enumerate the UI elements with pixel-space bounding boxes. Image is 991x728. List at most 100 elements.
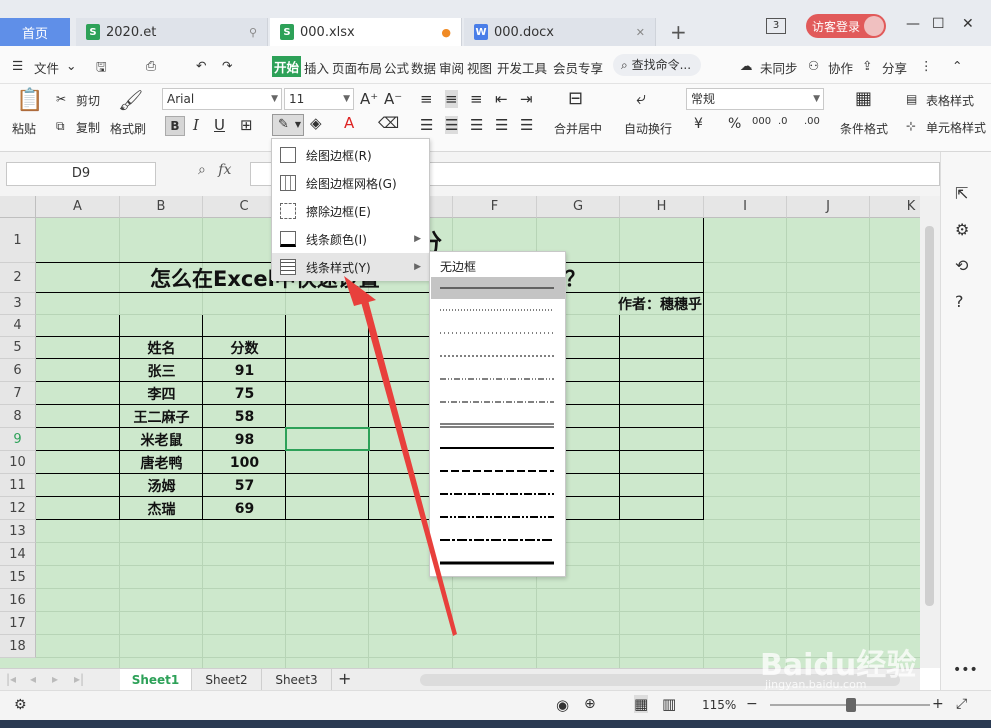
zoom-out-icon[interactable]: −	[746, 696, 758, 712]
header-score-cell[interactable]: 分数	[203, 337, 286, 359]
more-dots-icon[interactable]: •••	[953, 662, 978, 678]
conditional-format-icon[interactable]: ▦	[855, 88, 872, 109]
bold-button[interactable]: B	[165, 116, 185, 136]
sync-status[interactable]: 未同步	[760, 58, 798, 77]
zoom-slider-thumb[interactable]	[846, 698, 856, 712]
score-cell[interactable]: 69	[203, 497, 286, 520]
collab-icon[interactable]: ⚇	[808, 58, 819, 73]
cloud-sync-icon[interactable]: ☁	[740, 58, 753, 73]
border-all-icon[interactable]: ⊞	[240, 116, 253, 134]
new-tab-button[interactable]: +	[670, 20, 687, 44]
window-count-badge[interactable]: 3	[766, 18, 786, 34]
menu-formula[interactable]: 公式	[384, 58, 409, 77]
font-size-select[interactable]: 11 ▼	[284, 88, 354, 110]
column-header-j[interactable]: J	[787, 196, 870, 218]
name-box[interactable]: D9	[6, 162, 156, 186]
help-icon[interactable]: ?	[955, 292, 964, 311]
paste-button[interactable]: 粘贴	[12, 120, 36, 137]
percent-icon[interactable]: %	[728, 116, 741, 132]
fullscreen-icon[interactable]: ⤢	[956, 696, 967, 712]
score-cell[interactable]: 91	[203, 359, 286, 382]
name-cell[interactable]: 汤姆	[120, 474, 203, 497]
tab-doc-docx[interactable]: W 000.docx ✕	[464, 18, 656, 46]
menu-view[interactable]: 视图	[467, 58, 492, 77]
menu-insert[interactable]: 插入	[304, 58, 329, 77]
format-painter-icon[interactable]: 🖌	[118, 88, 143, 112]
name-cell[interactable]: 杰瑞	[120, 497, 203, 520]
menu-data[interactable]: 数据	[411, 58, 436, 77]
hamburger-icon[interactable]: ☰	[12, 58, 23, 73]
eraser-icon[interactable]: ⌫	[378, 114, 399, 132]
settings-slider-icon[interactable]: ⚙	[955, 220, 969, 239]
justify-icon[interactable]: ☰	[495, 116, 508, 134]
history-icon[interactable]: ⟲	[955, 256, 968, 275]
row-header-5[interactable]: 5	[0, 337, 36, 359]
menu-file[interactable]: 文件	[34, 58, 59, 77]
pin-icon[interactable]: ⚲	[249, 26, 257, 39]
column-header-f[interactable]: F	[453, 196, 537, 218]
border-draw-button[interactable]: ✎ ▼	[272, 114, 304, 136]
row-header-14[interactable]: 14	[0, 543, 36, 566]
name-cell[interactable]: 王二麻子	[120, 405, 203, 428]
name-cell[interactable]: 米老鼠	[120, 428, 203, 451]
underline-button[interactable]: U	[214, 116, 225, 134]
header-name-cell[interactable]: 姓名	[120, 337, 203, 359]
thousands-icon[interactable]: 000	[752, 116, 771, 127]
fill-color-icon[interactable]: ◈	[310, 114, 322, 132]
merge-center-button[interactable]: 合并居中	[554, 120, 602, 137]
row-header-12[interactable]: 12	[0, 497, 36, 520]
auto-wrap-button[interactable]: 自动换行	[624, 120, 672, 137]
row-header-3[interactable]: 3	[0, 293, 36, 315]
vertical-scrollbar[interactable]	[920, 196, 940, 668]
cell-style-button[interactable]: 单元格样式	[926, 119, 986, 136]
row-header-6[interactable]: 6	[0, 359, 36, 382]
tab-home[interactable]: 首页	[0, 18, 70, 46]
next-sheet-icon[interactable]: ▸	[52, 672, 58, 686]
align-center-icon[interactable]: ☰	[445, 116, 459, 134]
menu-item-draw-border[interactable]: 绘图边框(R)	[272, 141, 429, 169]
row-header-13[interactable]: 13	[0, 520, 36, 543]
score-cell[interactable]: 75	[203, 382, 286, 405]
collab-button[interactable]: 协作	[828, 58, 853, 77]
line-style-options[interactable]	[430, 252, 567, 578]
close-icon[interactable]: ✕	[636, 26, 645, 39]
share-button[interactable]: 分享	[882, 58, 907, 77]
cell-style-icon[interactable]: ⊹	[906, 119, 916, 133]
author-cell[interactable]: 作者：穗穗乎	[560, 293, 702, 315]
decrease-decimal-icon[interactable]: .00	[804, 116, 820, 127]
font-family-select[interactable]: Arial ▼	[162, 88, 282, 110]
name-cell[interactable]: 李四	[120, 382, 203, 405]
fx-icon[interactable]: fx	[218, 162, 231, 178]
table-style-button[interactable]: 表格样式	[926, 92, 974, 109]
more-icon[interactable]: ⋮	[920, 58, 933, 73]
macro-icon[interactable]: ⚙	[14, 697, 27, 713]
menu-item-line-color[interactable]: 线条颜色(I) ▶	[272, 225, 429, 253]
italic-button[interactable]: I	[193, 116, 199, 134]
name-cell[interactable]: 张三	[120, 359, 203, 382]
wrap-icon[interactable]: ⤶	[636, 88, 646, 109]
menu-item-draw-border-grid[interactable]: 绘图边框网格(G)	[272, 169, 429, 197]
menu-member[interactable]: 会员专享	[553, 58, 603, 77]
menu-developer[interactable]: 开发工具	[497, 58, 547, 77]
row-header-7[interactable]: 7	[0, 382, 36, 405]
column-header-g[interactable]: G	[537, 196, 620, 218]
table-style-icon[interactable]: ▤	[906, 92, 917, 106]
prev-sheet-icon[interactable]: ◂	[30, 672, 36, 686]
score-cell[interactable]: 58	[203, 405, 286, 428]
print-icon[interactable]: ⎙	[146, 58, 156, 74]
layout-icon[interactable]: ⊕	[584, 696, 596, 712]
row-header-9[interactable]: 9	[0, 428, 36, 451]
normal-view-icon[interactable]: ▦	[634, 695, 649, 713]
increase-decimal-icon[interactable]: .0	[778, 116, 788, 127]
row-header-17[interactable]: 17	[0, 612, 36, 635]
indent-icon[interactable]: ⇤	[495, 90, 508, 108]
command-search[interactable]: ⌕ 查找命令...	[613, 54, 701, 76]
score-cell[interactable]: 57	[203, 474, 286, 497]
font-color-icon[interactable]: A	[344, 114, 354, 132]
row-header-1[interactable]: 1	[0, 218, 36, 263]
align-left-icon[interactable]: ☰	[420, 116, 433, 134]
zoom-in-icon[interactable]: +	[932, 696, 944, 712]
scissors-icon[interactable]: ✂	[56, 92, 66, 106]
number-format-select[interactable]: 常规 ▼	[686, 88, 824, 110]
clipboard-icon[interactable]: 📋	[16, 88, 43, 113]
